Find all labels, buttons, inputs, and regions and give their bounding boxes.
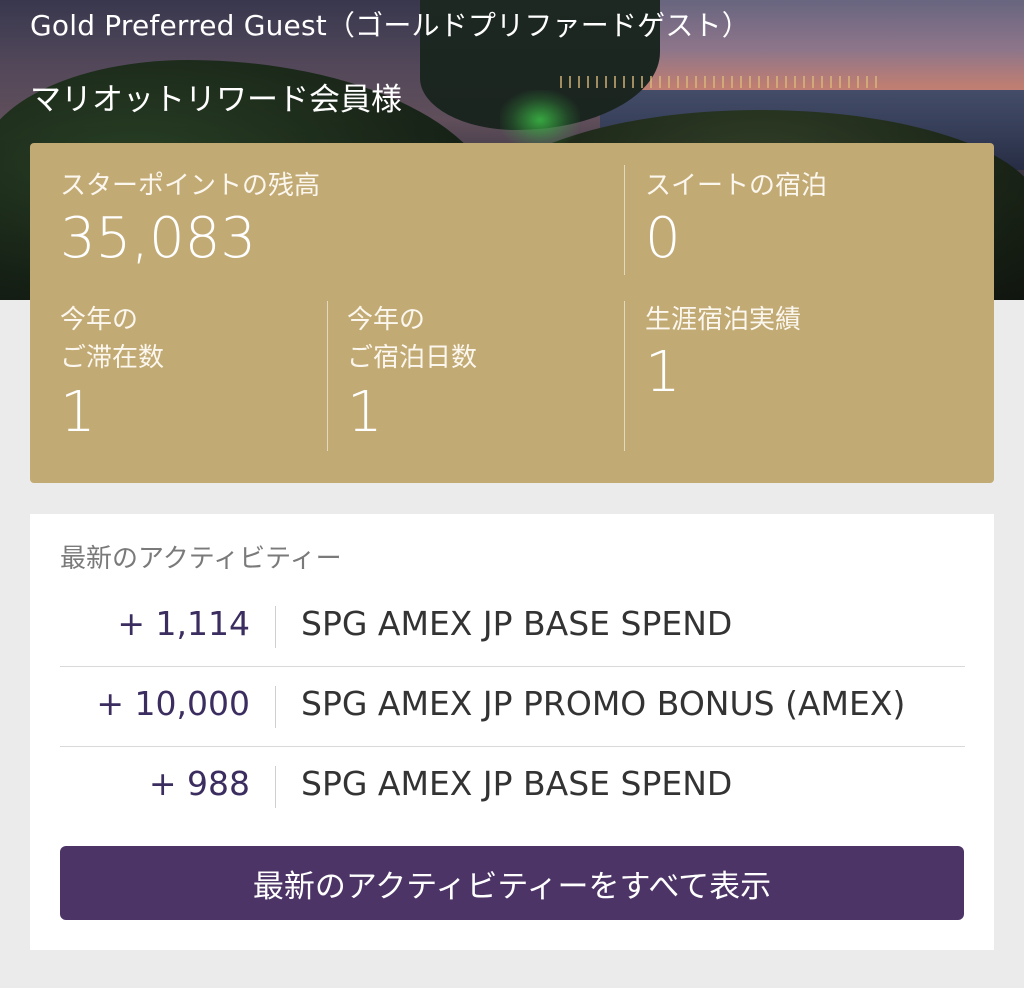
star-points-value: 35,083 xyxy=(60,206,256,271)
lifetime-nights-stat: 生涯宿泊実績 1 xyxy=(645,301,801,405)
recent-activity-title: 最新のアクティビティー xyxy=(60,544,342,574)
activity-row: + 1,114 SPG AMEX JP BASE SPEND xyxy=(60,586,964,666)
stat-divider xyxy=(327,301,328,451)
star-points-label: スターポイントの残高 xyxy=(60,171,321,201)
activity-description: SPG AMEX JP BASE SPEND xyxy=(301,604,733,643)
lifetime-nights-value: 1 xyxy=(645,340,681,405)
activity-description: SPG AMEX JP PROMO BONUS (AMEX) xyxy=(301,684,906,723)
row-separator xyxy=(275,766,276,808)
suite-nights-value: 0 xyxy=(645,206,681,271)
activity-description: SPG AMEX JP BASE SPEND xyxy=(301,764,733,803)
suite-nights-label: スイートの宿泊 xyxy=(645,171,828,201)
guest-tier-title: Gold Preferred Guest（ゴールドプリファードゲスト） xyxy=(30,9,750,42)
activity-points: + 1,114 xyxy=(117,604,250,643)
row-separator xyxy=(275,686,276,728)
stays-this-year-label-line1: 今年の xyxy=(60,305,139,335)
nights-this-year-value: 1 xyxy=(347,380,383,445)
nights-this-year-label-line2: ご宿泊日数 xyxy=(347,343,478,373)
stays-this-year-stat: 今年の ご滞在数 1 xyxy=(60,301,164,445)
member-greeting: マリオットリワード会員様 xyxy=(30,82,402,118)
activity-points: + 988 xyxy=(148,764,250,803)
activity-row: + 10,000 SPG AMEX JP PROMO BONUS (AMEX) xyxy=(60,666,964,746)
stays-this-year-value: 1 xyxy=(60,380,96,445)
stat-divider xyxy=(624,165,625,275)
stays-this-year-label-line2: ご滞在数 xyxy=(60,343,165,373)
star-points-stat: スターポイントの残高 35,083 xyxy=(60,167,320,271)
view-all-activity-button[interactable]: 最新のアクティビティーをすべて表示 xyxy=(60,846,964,920)
activity-points: + 10,000 xyxy=(96,684,250,723)
lifetime-nights-label: 生涯宿泊実績 xyxy=(645,305,802,335)
stat-divider xyxy=(624,301,625,451)
activity-row: + 988 SPG AMEX JP BASE SPEND xyxy=(60,746,964,826)
nights-this-year-stat: 今年の ご宿泊日数 1 xyxy=(347,301,477,445)
recent-activity-card: 最新のアクティビティー + 1,114 SPG AMEX JP BASE SPE… xyxy=(30,514,994,950)
suite-nights-stat: スイートの宿泊 0 xyxy=(645,167,827,271)
stats-card: スターポイントの残高 35,083 スイートの宿泊 0 今年の ご滞在数 1 今… xyxy=(30,143,994,483)
row-separator xyxy=(275,606,276,648)
nights-this-year-label-line1: 今年の xyxy=(347,305,426,335)
